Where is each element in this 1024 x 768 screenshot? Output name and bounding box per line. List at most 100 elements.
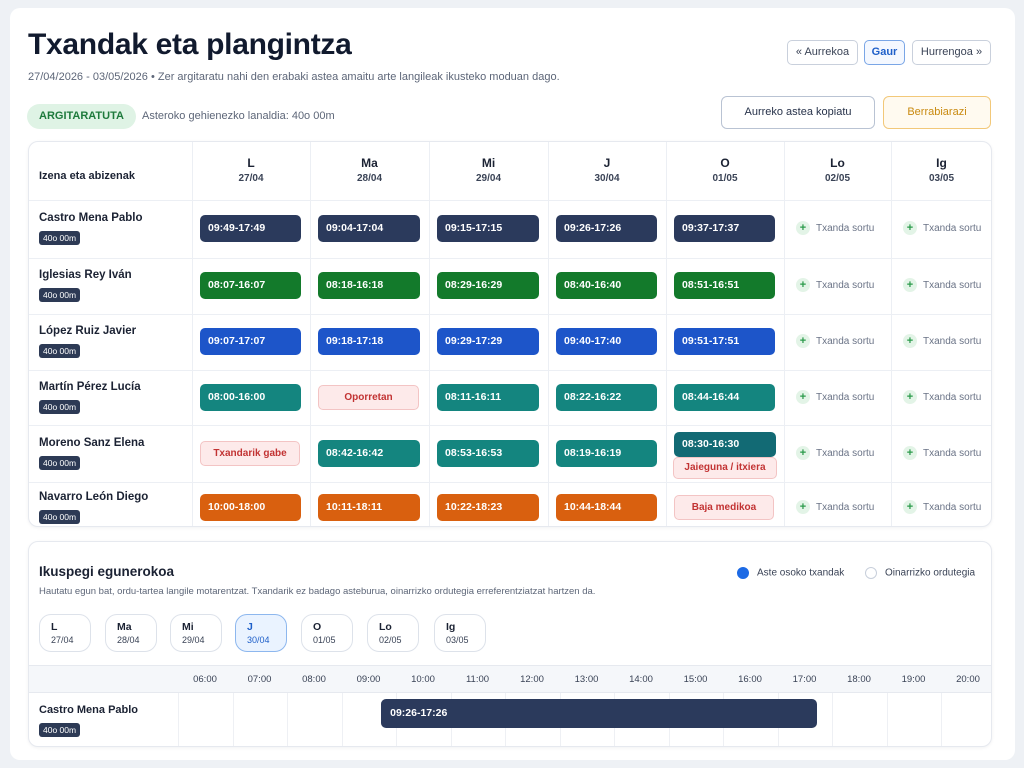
plus-icon: + [903, 445, 917, 460]
shift-block[interactable]: 09:51-17:51 [674, 328, 775, 355]
plus-icon: + [796, 389, 810, 404]
shift-block[interactable]: 08:07-16:07 [200, 272, 301, 299]
shift-block[interactable]: 09:49-17:49 [200, 215, 301, 242]
hour-label: 08:00 [302, 674, 326, 685]
day-date: 03/05 [928, 173, 955, 184]
day-header-mi: Mi 29/04 [429, 156, 548, 184]
create-shift-label: Txanda sortu [923, 336, 982, 347]
create-shift-label: Txanda sortu [923, 391, 982, 403]
create-shift-button[interactable]: + Txanda sortu [796, 334, 874, 350]
plus-icon: + [903, 221, 917, 236]
shift-block[interactable]: 10:22-18:23 [437, 494, 539, 521]
day-date: 02/05 [824, 173, 851, 184]
day-selector-mi[interactable]: Mi 29/04 [170, 614, 222, 652]
day-header-j: J 30/04 [548, 156, 666, 184]
hours-badge: 40o 00m [39, 288, 81, 302]
plus-icon: + [903, 389, 917, 404]
shift-block[interactable]: 08:19-16:19 [556, 439, 657, 467]
shift-block[interactable]: 08:11-16:11 [437, 383, 539, 411]
plus-icon: + [796, 500, 810, 515]
shift-block[interactable]: 09:18-17:18 [318, 328, 420, 355]
hours-badge: 40o 00m [39, 510, 81, 524]
date-range: 27/04/2026 - 03/05/2026 [28, 71, 148, 83]
create-shift-label: Txanda sortu [816, 447, 875, 459]
shift-block[interactable]: 08:53-16:53 [437, 439, 539, 467]
shift-block[interactable]: 08:51-16:51 [674, 272, 775, 299]
radio-base-schedule[interactable]: Oinarrizko ordutegia [865, 567, 975, 579]
plus-icon: + [796, 278, 810, 293]
create-shift-button[interactable]: + Txanda sortu [903, 334, 981, 350]
day-selector-ma[interactable]: Ma 28/04 [105, 614, 157, 652]
absence-tag[interactable]: Txandarik gabe [200, 440, 300, 466]
create-shift-button[interactable]: + Txanda sortu [796, 500, 874, 516]
hours-badge: 40o 00m [39, 455, 81, 470]
create-shift-button[interactable]: + Txanda sortu [796, 278, 874, 294]
create-shift-button[interactable]: + Txanda sortu [903, 500, 981, 516]
create-shift-button[interactable]: + Txanda sortu [796, 221, 874, 237]
shift-block[interactable]: 08:29-16:29 [437, 272, 539, 299]
shift-block[interactable]: 10:11-18:11 [318, 494, 420, 521]
today-button[interactable]: Gaur [864, 40, 905, 65]
shift-block[interactable]: 09:07-17:07 [200, 328, 301, 355]
shift-block[interactable]: 08:18-16:18 [318, 272, 420, 299]
shift-block[interactable]: 09:26-17:26 [556, 215, 657, 242]
absence-tag[interactable]: Oporretan [318, 384, 419, 410]
shift-block[interactable]: 09:29-17:29 [437, 328, 539, 355]
copy-previous-week-button[interactable]: Aurreko astea kopiatu [721, 96, 875, 129]
create-shift-label: Txanda sortu [923, 502, 982, 513]
create-shift-button[interactable]: + Txanda sortu [796, 389, 875, 406]
shift-block[interactable]: 08:42-16:42 [318, 439, 420, 467]
page-title: Txandak eta plangintza [28, 28, 352, 61]
create-shift-button[interactable]: + Txanda sortu [903, 221, 981, 237]
next-week-button[interactable]: Hurrengoa » [912, 40, 991, 65]
hour-gridline [341, 693, 343, 746]
day-header-lo: Lo 02/05 [784, 156, 891, 184]
shift-block[interactable]: 08:40-16:40 [556, 272, 657, 299]
day-selector-lo[interactable]: Lo 02/05 [367, 614, 419, 652]
max-hours-text: Asteroko gehienezko lanaldia: 40o 00m [142, 110, 335, 122]
create-shift-button[interactable]: + Txanda sortu [903, 445, 981, 462]
day-letter: Lo [379, 621, 392, 633]
prev-week-button[interactable]: « Aurrekoa [787, 40, 858, 65]
weekly-schedule-table: Izena eta abizenak L 27/04 Ma 28/04 Mi 29/04 J… [28, 141, 992, 527]
shift-block[interactable]: 09:40-17:40 [556, 328, 657, 355]
plus-icon: + [903, 500, 917, 515]
day-letter: L [247, 156, 255, 170]
hours-badge: 40o 00m [39, 344, 81, 358]
radio-week-shifts[interactable]: Aste osoko txandak [737, 567, 844, 579]
shift-block[interactable]: 10:00-18:00 [200, 494, 301, 521]
employee-name: López Ruiz Javier [39, 325, 137, 337]
day-letter: Ma [117, 621, 132, 633]
day-selector-o[interactable]: O 01/05 [301, 614, 353, 652]
shift-block[interactable]: 08:00-16:00 [200, 383, 301, 411]
day-selector-ig[interactable]: Ig 03/05 [434, 614, 486, 652]
daily-view-description: Hautatu egun bat, ordu-tartea langile mo… [39, 586, 596, 597]
create-shift-button[interactable]: + Txanda sortu [903, 389, 982, 406]
day-letter: J [603, 156, 611, 170]
create-shift-button[interactable]: + Txanda sortu [796, 445, 875, 462]
reset-button[interactable]: Berrabiarazi [883, 96, 991, 129]
shift-block[interactable]: 08:44-16:44 [674, 383, 775, 411]
day-date: 30/04 [594, 173, 620, 184]
create-shift-label: Txanda sortu [816, 391, 875, 403]
day-letter: Mi [182, 621, 194, 633]
radio-selected-icon [737, 567, 749, 579]
day-selector-j[interactable]: J 30/04 [235, 614, 287, 652]
day-letter: L [51, 621, 58, 633]
timeline-employee-name: Castro Mena Pablo [39, 704, 139, 716]
shift-block[interactable]: 08:22-16:22 [556, 383, 657, 411]
shift-block[interactable]: 09:15-17:15 [437, 215, 539, 242]
day-date: 02/05 [379, 635, 402, 645]
shift-block[interactable]: 09:04-17:04 [318, 215, 420, 242]
timeline-shift-bar[interactable]: 09:26-17:26 [381, 699, 818, 728]
create-shift-button[interactable]: + Txanda sortu [903, 278, 981, 294]
day-letter: Ig [936, 156, 947, 170]
shift-block[interactable]: 10:44-18:44 [556, 494, 657, 521]
publish-info: Zer argitaratu nahi den erabaki astea am… [157, 71, 560, 83]
shift-block[interactable]: 09:37-17:37 [674, 215, 775, 242]
day-selector-l[interactable]: L 27/04 [39, 614, 91, 652]
shift-block[interactable]: 08:30-16:30 [674, 432, 776, 457]
day-date: 28/04 [117, 635, 140, 645]
plus-icon: + [903, 334, 917, 349]
absence-tag[interactable]: Baja medikoa [674, 495, 774, 520]
